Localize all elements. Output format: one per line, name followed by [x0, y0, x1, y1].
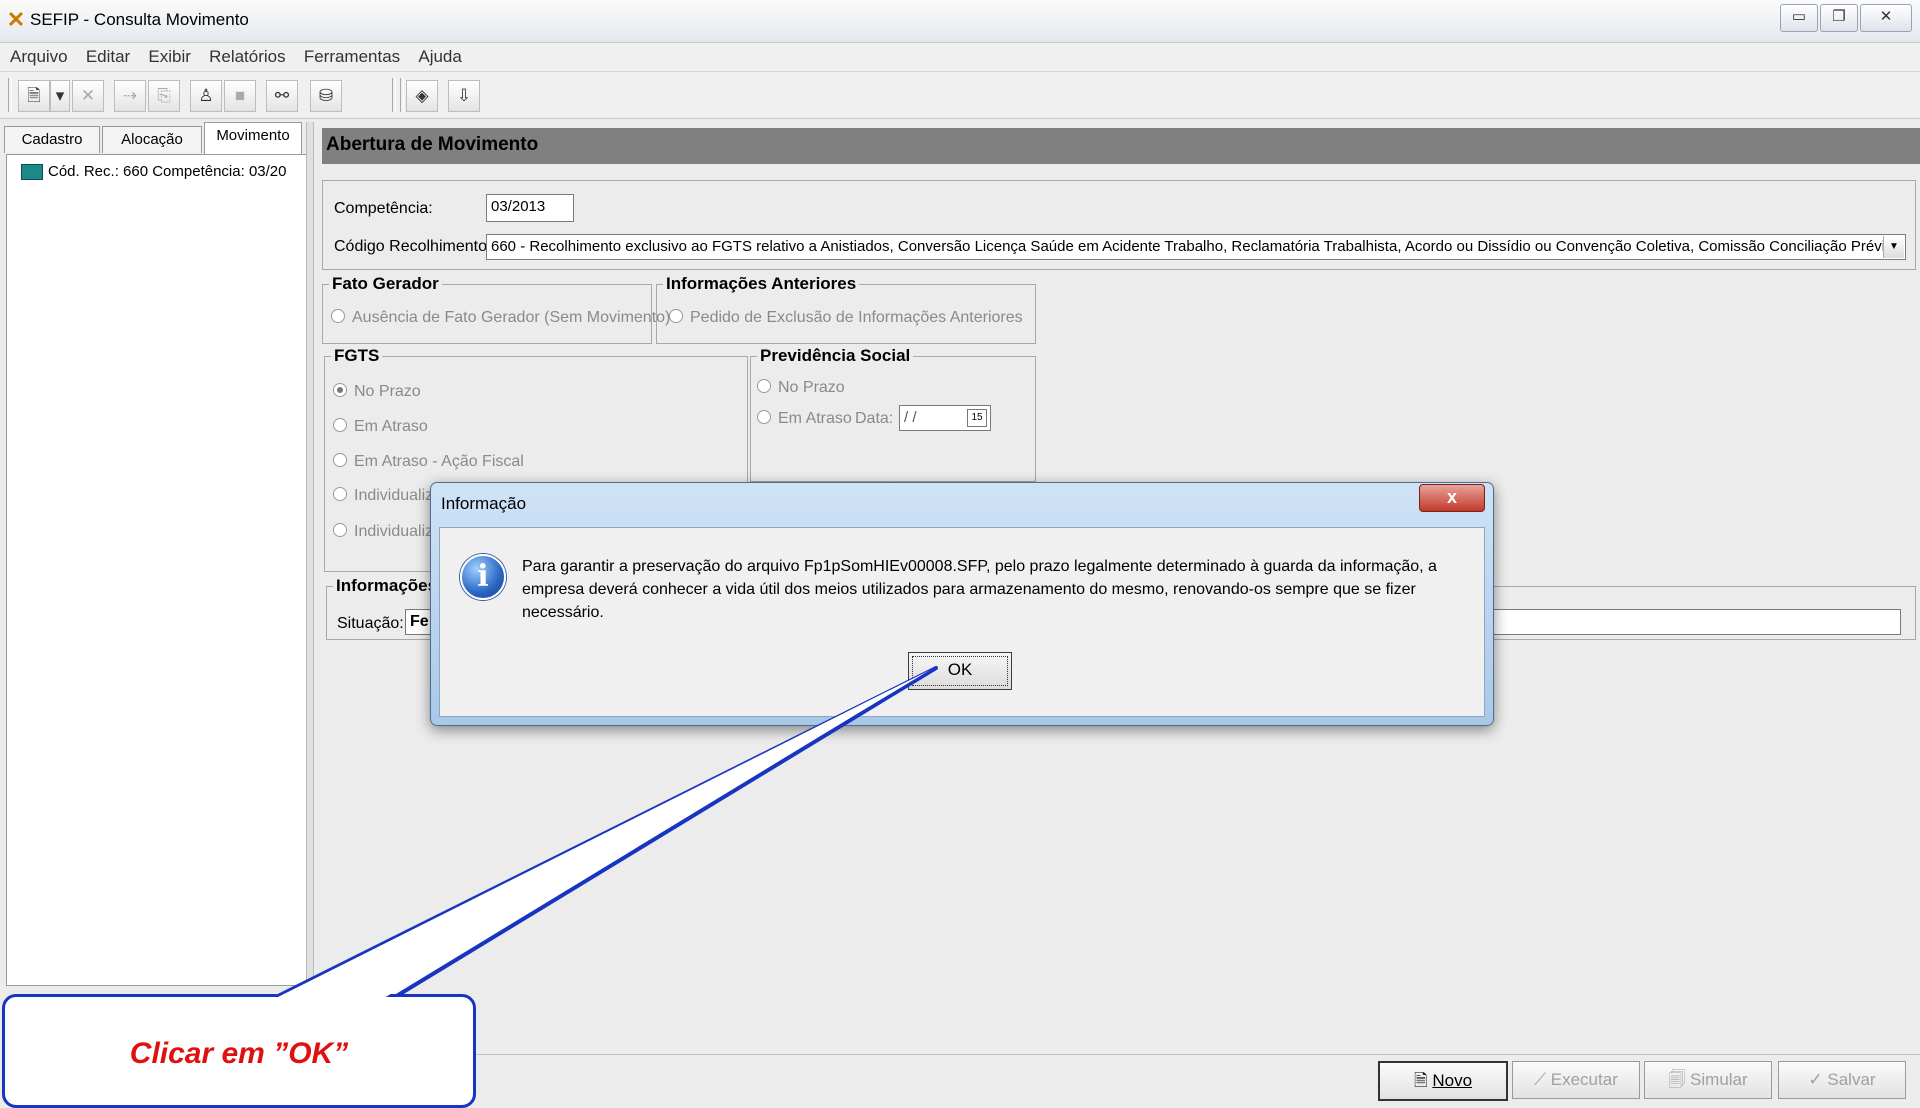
tab-movimento[interactable]: Movimento [204, 122, 302, 154]
callout-box: Clicar em ”OK” [2, 994, 476, 1108]
callout-tail [268, 666, 938, 1002]
callout-text: Clicar em ”OK” [129, 1037, 349, 1070]
callout-pointer [268, 666, 938, 1002]
